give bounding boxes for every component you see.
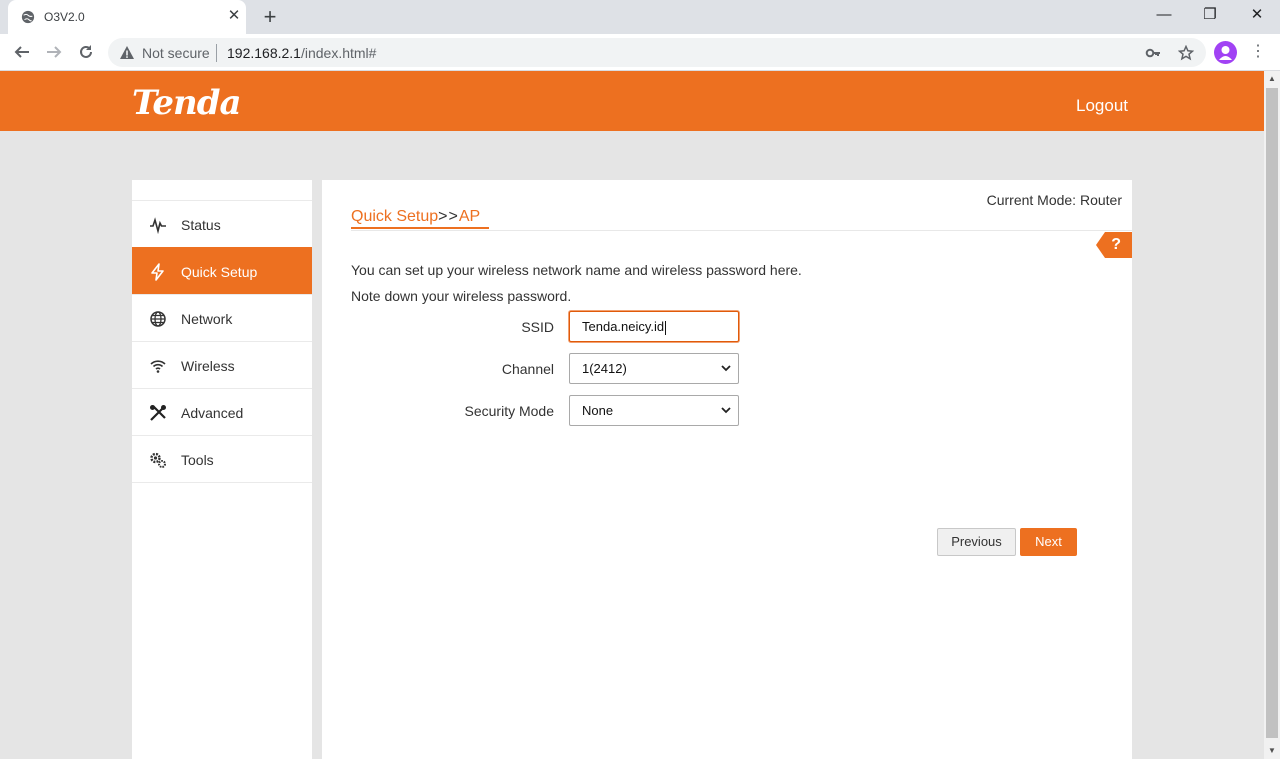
security-mode-value: None bbox=[582, 403, 614, 418]
restore-button[interactable]: ❐ bbox=[1187, 0, 1233, 32]
channel-value: 1(2412) bbox=[582, 361, 627, 376]
tab-title: O3V2.0 bbox=[44, 10, 85, 24]
bolt-icon bbox=[151, 263, 164, 281]
close-window-button[interactable]: ✕ bbox=[1234, 0, 1280, 32]
previous-button[interactable]: Previous bbox=[937, 528, 1016, 556]
minimize-button[interactable]: — bbox=[1141, 0, 1187, 32]
next-button[interactable]: Next bbox=[1020, 528, 1077, 556]
warning-icon bbox=[120, 46, 134, 59]
chevron-down-icon bbox=[721, 407, 731, 414]
scroll-up-icon[interactable]: ▲ bbox=[1264, 71, 1280, 87]
main-panel: Current Mode: Router Quick Setup>>AP ? Y… bbox=[322, 180, 1132, 759]
security-label[interactable]: Not secure bbox=[142, 45, 210, 61]
pulse-icon bbox=[150, 217, 166, 234]
router-header: Tenda Logout bbox=[0, 71, 1264, 131]
new-tab-button[interactable]: + bbox=[259, 6, 281, 28]
page-viewport: Tenda Logout Status Quick Setup Network … bbox=[0, 71, 1264, 759]
address-bar[interactable]: Not secure 192.168.2.1/index.html# bbox=[108, 38, 1206, 67]
tab-close-icon[interactable]: ✕ bbox=[226, 8, 242, 24]
chevron-down-icon bbox=[721, 365, 731, 372]
password-note: Note down your wireless password. bbox=[351, 288, 572, 304]
sidebar-item-network[interactable]: Network bbox=[132, 294, 312, 341]
current-mode-label: Current Mode: Router bbox=[986, 192, 1122, 208]
star-icon[interactable] bbox=[1177, 44, 1195, 62]
scrollbar-thumb[interactable] bbox=[1266, 88, 1278, 738]
text-cursor bbox=[665, 320, 667, 335]
channel-select[interactable]: 1(2412) bbox=[569, 353, 739, 384]
url-path: /index.html# bbox=[300, 45, 377, 61]
breadcrumb: Quick Setup>>AP bbox=[351, 208, 480, 226]
browser-menu-icon[interactable]: ⋮ bbox=[1249, 41, 1267, 63]
tenda-logo: Tenda bbox=[132, 83, 242, 123]
key-icon[interactable] bbox=[1144, 44, 1162, 62]
logout-link[interactable]: Logout bbox=[1076, 96, 1128, 116]
url-text[interactable]: 192.168.2.1/index.html# bbox=[227, 45, 376, 61]
browser-toolbar: Not secure 192.168.2.1/index.html# ⋮ bbox=[0, 34, 1280, 71]
ssid-input[interactable]: Tenda.neicy.id bbox=[569, 311, 739, 342]
sidebar-item-quick-setup[interactable]: Quick Setup bbox=[132, 247, 312, 294]
sidebar-item-tools[interactable]: Tools bbox=[132, 435, 312, 482]
forward-button[interactable] bbox=[42, 40, 66, 64]
ssid-value: Tenda.neicy.id bbox=[582, 319, 665, 334]
channel-label: Channel bbox=[501, 361, 554, 377]
sidebar-item-status[interactable]: Status bbox=[132, 200, 312, 247]
browser-tab[interactable]: O3V2.0 ✕ bbox=[8, 0, 246, 34]
sidebar-divider bbox=[132, 482, 312, 483]
security-mode-select[interactable]: None bbox=[569, 395, 739, 426]
avatar-icon bbox=[1219, 46, 1232, 60]
back-button[interactable] bbox=[10, 40, 34, 64]
ssid-label: SSID bbox=[521, 319, 554, 335]
help-button[interactable]: ? bbox=[1096, 232, 1132, 258]
sidebar-item-label: Quick Setup bbox=[181, 264, 258, 280]
reload-icon bbox=[80, 45, 92, 58]
wifi-icon bbox=[150, 360, 166, 373]
breadcrumb-section[interactable]: Quick Setup bbox=[351, 208, 438, 225]
sidebar-item-advanced[interactable]: Advanced bbox=[132, 388, 312, 435]
security-mode-label: Security Mode bbox=[464, 403, 554, 419]
breadcrumb-underline bbox=[351, 227, 489, 229]
omnibox-divider bbox=[216, 44, 217, 62]
sidebar-item-label: Status bbox=[181, 217, 221, 233]
globe-icon bbox=[150, 311, 166, 327]
breadcrumb-separator: >> bbox=[438, 208, 459, 225]
sidebar-item-label: Wireless bbox=[181, 358, 235, 374]
header-divider bbox=[351, 230, 1132, 231]
profile-avatar[interactable] bbox=[1214, 41, 1237, 64]
tools-icon bbox=[150, 405, 166, 421]
gear-icon bbox=[150, 452, 166, 468]
sidebar-item-wireless[interactable]: Wireless bbox=[132, 341, 312, 388]
sidebar-item-label: Advanced bbox=[181, 405, 244, 421]
arrow-right-icon bbox=[47, 46, 62, 58]
sidebar-item-label: Network bbox=[181, 311, 233, 327]
arrow-left-icon bbox=[14, 46, 29, 58]
url-host: 192.168.2.1 bbox=[227, 45, 301, 61]
reload-button[interactable] bbox=[74, 40, 98, 64]
globe-icon bbox=[21, 10, 35, 24]
breadcrumb-page: AP bbox=[458, 208, 481, 225]
sidebar-item-label: Tools bbox=[181, 452, 214, 468]
scroll-down-icon[interactable]: ▼ bbox=[1264, 743, 1280, 759]
sidebar-nav: Status Quick Setup Network Wireless Adva… bbox=[132, 180, 312, 759]
browser-tab-strip: O3V2.0 ✕ + — ❐ ✕ bbox=[0, 0, 1280, 34]
setup-description: You can set up your wireless network nam… bbox=[351, 262, 802, 278]
page-scrollbar[interactable]: ▲ ▼ bbox=[1264, 71, 1280, 759]
